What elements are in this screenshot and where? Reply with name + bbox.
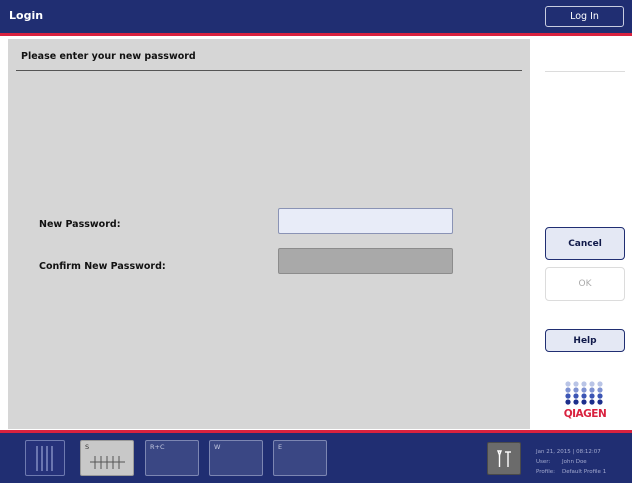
logo-wordmark: QIAGEN xyxy=(563,408,607,420)
drawer-tile-w[interactable]: W xyxy=(209,440,263,476)
cancel-button[interactable]: Cancel xyxy=(545,227,625,260)
ok-button[interactable]: OK xyxy=(545,267,625,301)
status-profile-row: Profile: Default Profile 1 xyxy=(536,467,606,477)
new-password-field[interactable] xyxy=(278,208,453,234)
rack-drawer-tile[interactable] xyxy=(25,440,65,476)
qiagen-logo: QIAGEN xyxy=(561,381,609,421)
status-datetime: Jan 21, 2015 | 08:12:07 xyxy=(536,449,601,455)
status-profile-value: Default Profile 1 xyxy=(562,469,607,475)
log-in-button[interactable]: Log In xyxy=(545,6,624,27)
confirm-password-label: Confirm New Password: xyxy=(39,261,166,272)
rack-slots-icon xyxy=(36,446,53,471)
drawer-tile-s[interactable]: S xyxy=(80,440,134,476)
tools-icon xyxy=(496,450,511,467)
new-password-label: New Password: xyxy=(39,219,121,230)
drawer-label-e: E xyxy=(278,443,283,451)
tools-button[interactable] xyxy=(487,442,521,475)
panel-heading: Please enter your new password xyxy=(21,51,196,62)
header-accent-line xyxy=(0,33,632,36)
status-user-row: User: John Doe xyxy=(536,457,606,467)
status-panel: Jan 21, 2015 | 08:12:07 User: John Doe Pr… xyxy=(536,447,606,477)
status-user-value: John Doe xyxy=(562,459,587,465)
screen-title: Login xyxy=(9,9,44,22)
drawer-tile-rc[interactable]: R+C xyxy=(145,440,199,476)
confirm-password-field[interactable] xyxy=(278,248,453,274)
status-profile-key: Profile: xyxy=(536,469,555,475)
drawer-label-rc: R+C xyxy=(150,443,165,451)
drawer-tile-e[interactable]: E xyxy=(273,440,327,476)
status-user-key: User: xyxy=(536,459,551,465)
side-divider xyxy=(545,71,625,72)
help-button[interactable]: Help xyxy=(545,329,625,352)
top-bar: Login Log In xyxy=(0,0,632,33)
password-panel: Please enter your new password New Passw… xyxy=(8,39,530,429)
drawer-label-w: W xyxy=(214,443,221,451)
heading-divider xyxy=(16,70,522,71)
tube-rack-icon xyxy=(90,456,125,469)
logo-dots-icon xyxy=(565,381,603,405)
